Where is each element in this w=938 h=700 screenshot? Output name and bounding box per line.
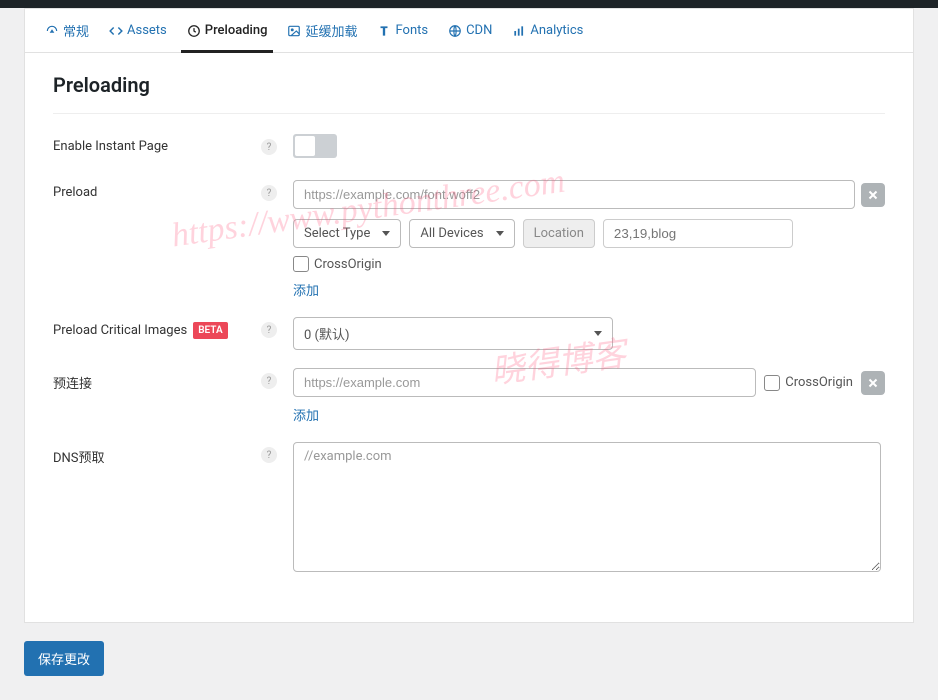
label-instant-page: Enable Instant Page	[53, 134, 253, 154]
chart-icon	[512, 24, 526, 38]
tab-assets[interactable]: Assets	[99, 9, 177, 52]
panel-title: Preloading	[53, 73, 885, 97]
admin-topbar	[0, 0, 938, 8]
select-label: Select Type	[304, 226, 370, 241]
settings-panel: Preloading Enable Instant Page ? Preload…	[24, 52, 914, 623]
tab-label: Assets	[127, 23, 167, 38]
select-value: 0 (默认)	[304, 324, 350, 343]
dns-prefetch-textarea[interactable]	[293, 442, 881, 572]
checkbox-label: CrossOrigin	[785, 375, 853, 390]
preload-url-input[interactable]	[293, 180, 855, 209]
label-preload-critical-images: Preload Critical Images BETA	[53, 317, 253, 339]
checkbox-icon	[764, 375, 780, 391]
tab-label: 常规	[63, 21, 89, 40]
label-preconnect: 预连接	[53, 368, 253, 392]
font-icon	[377, 24, 391, 38]
code-icon	[109, 24, 123, 38]
tab-fonts[interactable]: Fonts	[367, 9, 438, 52]
instant-page-toggle[interactable]	[293, 134, 337, 158]
location-button[interactable]: Location	[523, 219, 595, 248]
preload-device-select[interactable]: All Devices	[409, 219, 514, 248]
tab-lazyload[interactable]: 延缓加载	[277, 9, 367, 52]
help-icon[interactable]: ?	[261, 139, 277, 155]
tab-label: 延缓加载	[305, 21, 357, 40]
select-label: All Devices	[420, 226, 483, 241]
help-icon[interactable]: ?	[261, 373, 277, 389]
tab-label: CDN	[466, 23, 492, 38]
image-icon	[287, 24, 301, 38]
checkbox-icon	[293, 256, 309, 272]
preload-location-input[interactable]	[603, 219, 793, 248]
tabs-bar: 常规 Assets Preloading 延缓加载 Fonts	[24, 8, 914, 52]
tab-analytics[interactable]: Analytics	[502, 9, 593, 52]
tab-general[interactable]: 常规	[35, 9, 99, 52]
label-text: Preload Critical Images	[53, 323, 187, 338]
checkbox-label: CrossOrigin	[314, 257, 382, 272]
preload-type-select[interactable]: Select Type	[293, 219, 401, 248]
globe-icon	[448, 24, 462, 38]
help-icon[interactable]: ?	[261, 185, 277, 201]
dashboard-icon	[45, 24, 59, 38]
tab-label: Preloading	[205, 23, 268, 38]
help-icon[interactable]: ?	[261, 322, 277, 338]
row-preload-critical-images: Preload Critical Images BETA ? 0 (默认)	[53, 317, 885, 350]
preconnect-crossorigin-checkbox[interactable]: CrossOrigin	[764, 375, 853, 391]
tab-label: Fonts	[395, 23, 428, 38]
tab-preloading[interactable]: Preloading	[177, 9, 278, 52]
tab-label: Analytics	[530, 23, 583, 38]
clock-icon	[187, 24, 201, 38]
row-dns-prefetch: DNS预取 ?	[53, 442, 885, 576]
beta-badge: BETA	[193, 322, 227, 339]
remove-preload-button[interactable]	[861, 183, 885, 207]
save-bar: 保存更改	[24, 641, 914, 676]
row-preload: Preload ? Select Type All Devices	[53, 180, 885, 299]
preconnect-url-input[interactable]	[293, 368, 756, 397]
chevron-down-icon	[594, 331, 602, 336]
label-preload: Preload	[53, 180, 253, 200]
chevron-down-icon	[496, 231, 504, 236]
label-dns-prefetch: DNS预取	[53, 442, 253, 466]
preload-crossorigin-checkbox[interactable]: CrossOrigin	[293, 256, 382, 272]
remove-preconnect-button[interactable]	[861, 371, 885, 395]
chevron-down-icon	[382, 231, 390, 236]
divider	[53, 113, 885, 114]
preload-critical-select[interactable]: 0 (默认)	[293, 317, 613, 350]
add-preload-link[interactable]: 添加	[293, 284, 319, 299]
row-preconnect: 预连接 ? CrossOrigin 添加	[53, 368, 885, 424]
add-preconnect-link[interactable]: 添加	[293, 409, 319, 424]
row-instant-page: Enable Instant Page ?	[53, 134, 885, 162]
help-icon[interactable]: ?	[261, 447, 277, 463]
save-button[interactable]: 保存更改	[24, 641, 104, 676]
tab-cdn[interactable]: CDN	[438, 9, 502, 52]
